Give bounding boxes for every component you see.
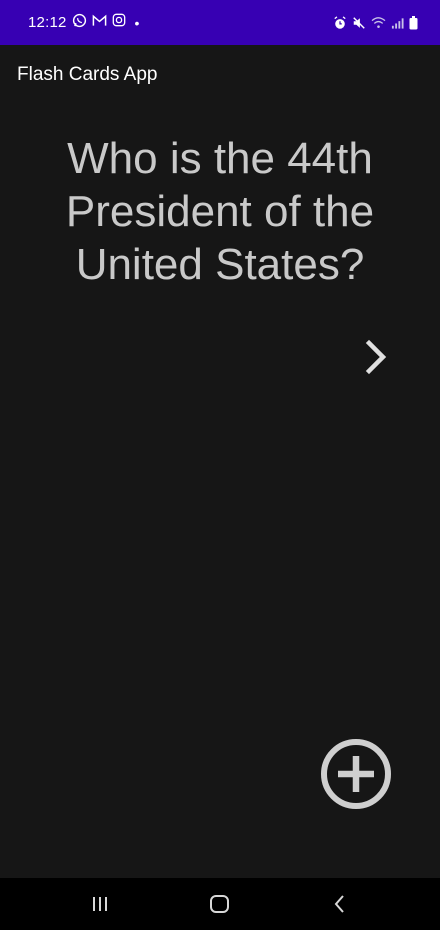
app-screen: 12:12 • Flash Cards App Who is the 44th … [0,0,440,930]
add-card-button[interactable] [318,736,394,812]
whatsapp-icon [72,13,87,33]
back-button[interactable] [310,884,370,924]
alarm-icon [333,15,347,30]
home-icon [210,895,229,913]
recent-apps-button[interactable] [70,884,130,924]
signal-icon [391,17,404,29]
status-bar: 12:12 • [0,0,440,45]
chevron-right-icon [365,339,387,375]
gmail-icon [92,14,107,32]
instagram-icon [112,13,126,32]
card-question[interactable]: Who is the 44th President of the United … [20,132,420,291]
mute-icon [352,16,366,30]
next-card-button[interactable] [352,333,400,381]
app-title: Flash Cards App [17,64,158,85]
system-nav-bar [0,878,440,930]
status-right [333,15,418,30]
notification-dot: • [134,14,140,31]
wifi-icon [371,16,386,29]
battery-icon [409,15,418,30]
recent-apps-icon [93,897,107,911]
status-time: 12:12 [28,14,67,31]
back-icon [334,895,344,913]
add-circle-icon [321,739,391,809]
status-left: 12:12 • [28,13,139,33]
home-button[interactable] [190,884,250,924]
